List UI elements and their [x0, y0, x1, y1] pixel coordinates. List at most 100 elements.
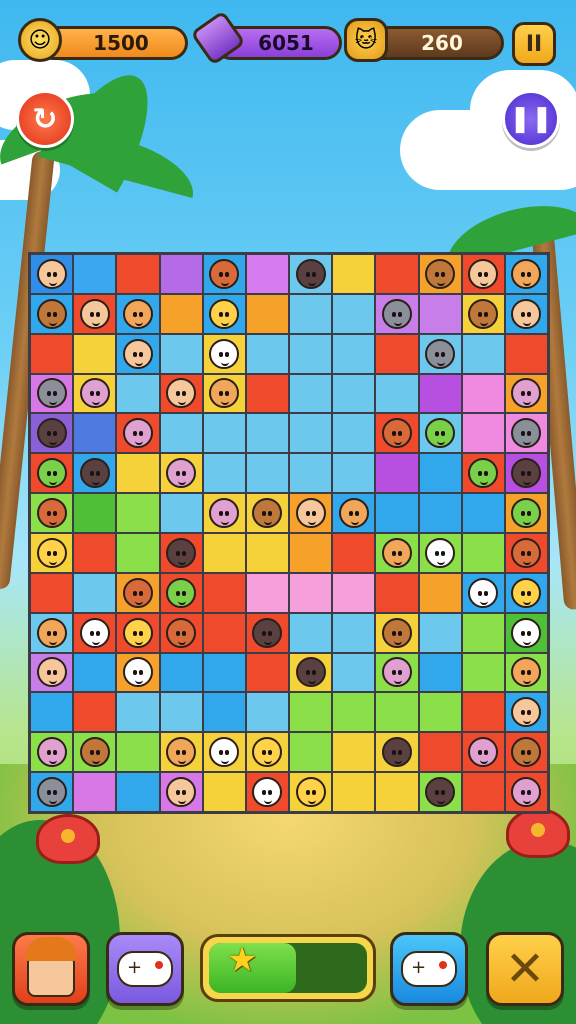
board-cell[interactable] — [246, 255, 288, 293]
board-cell[interactable] — [333, 414, 375, 453]
board-cell[interactable] — [74, 255, 116, 293]
board-cell[interactable] — [376, 693, 418, 732]
board-cell[interactable] — [31, 693, 73, 732]
board-cell[interactable] — [333, 573, 375, 612]
board-cell[interactable] — [31, 494, 73, 532]
board-cell[interactable] — [31, 255, 73, 293]
board-cell[interactable] — [246, 733, 288, 772]
board-cell[interactable] — [462, 414, 504, 453]
board-cell[interactable] — [246, 773, 288, 811]
board-cell[interactable] — [117, 255, 159, 293]
board-cell[interactable] — [203, 334, 245, 373]
board-cell[interactable] — [74, 613, 116, 652]
board-cell[interactable] — [376, 573, 418, 612]
board-cell[interactable] — [462, 374, 504, 413]
board-cell[interactable] — [505, 733, 547, 772]
board-cell[interactable] — [74, 653, 116, 692]
board-cell[interactable] — [290, 334, 332, 373]
board-cell[interactable] — [505, 494, 547, 532]
board-cell[interactable] — [462, 773, 504, 811]
board-cell[interactable] — [31, 374, 73, 413]
board-cell[interactable] — [246, 534, 288, 572]
board-cell[interactable] — [462, 573, 504, 612]
board-cell[interactable] — [333, 494, 375, 532]
board-cell[interactable] — [290, 454, 332, 493]
board-cell[interactable] — [160, 334, 202, 373]
board-cell[interactable] — [31, 534, 73, 572]
board-cell[interactable] — [74, 773, 116, 811]
board-cell[interactable] — [333, 294, 375, 333]
board-cell[interactable] — [74, 693, 116, 732]
character-button[interactable] — [12, 932, 90, 1006]
board-cell[interactable] — [160, 733, 202, 772]
board-cell[interactable] — [117, 294, 159, 333]
board-cell[interactable] — [246, 693, 288, 732]
board-cell[interactable] — [31, 294, 73, 333]
board-cell[interactable] — [246, 414, 288, 453]
board-cell[interactable] — [505, 454, 547, 493]
board-cell[interactable] — [117, 733, 159, 772]
board-cell[interactable] — [376, 454, 418, 493]
board-cell[interactable] — [74, 534, 116, 572]
board-cell[interactable] — [376, 773, 418, 811]
board-cell[interactable] — [246, 334, 288, 373]
board-cell[interactable] — [203, 294, 245, 333]
board-cell[interactable] — [462, 334, 504, 373]
board-cell[interactable] — [376, 255, 418, 293]
board-cell[interactable] — [31, 414, 73, 453]
board-cell[interactable] — [160, 494, 202, 532]
board-cell[interactable] — [246, 573, 288, 612]
board-cell[interactable] — [290, 374, 332, 413]
board-cell[interactable] — [246, 454, 288, 493]
board-cell[interactable] — [117, 534, 159, 572]
board-cell[interactable] — [74, 374, 116, 413]
board-cell[interactable] — [160, 573, 202, 612]
board-cell[interactable] — [203, 613, 245, 652]
board-cell[interactable] — [31, 334, 73, 373]
board-cell[interactable] — [290, 613, 332, 652]
board-cell[interactable] — [203, 773, 245, 811]
board-cell[interactable] — [290, 255, 332, 293]
board-cell[interactable] — [203, 653, 245, 692]
undo-button[interactable]: ↻ — [16, 90, 74, 148]
board-cell[interactable] — [419, 573, 461, 612]
board-cell[interactable] — [160, 653, 202, 692]
board-cell[interactable] — [117, 334, 159, 373]
board-cell[interactable] — [376, 414, 418, 453]
board-cell[interactable] — [376, 613, 418, 652]
board-cell[interactable] — [290, 733, 332, 772]
board-cell[interactable] — [160, 414, 202, 453]
board-cell[interactable] — [117, 374, 159, 413]
board-cell[interactable] — [31, 613, 73, 652]
board-cell[interactable] — [160, 294, 202, 333]
board-cell[interactable] — [117, 494, 159, 532]
board-cell[interactable] — [419, 294, 461, 333]
board-cell[interactable] — [333, 255, 375, 293]
board-cell[interactable] — [290, 773, 332, 811]
board-cell[interactable] — [419, 693, 461, 732]
board-cell[interactable] — [203, 255, 245, 293]
board-cell[interactable] — [290, 573, 332, 612]
board-cell[interactable] — [74, 454, 116, 493]
board-cell[interactable] — [376, 374, 418, 413]
board-cell[interactable] — [160, 454, 202, 493]
board-cell[interactable] — [462, 534, 504, 572]
board-cell[interactable] — [376, 294, 418, 333]
board-cell[interactable] — [31, 573, 73, 612]
board-cell[interactable] — [117, 773, 159, 811]
board-cell[interactable] — [333, 653, 375, 692]
board-cell[interactable] — [160, 773, 202, 811]
board-cell[interactable] — [462, 494, 504, 532]
board-cell[interactable] — [246, 374, 288, 413]
board-cell[interactable] — [333, 733, 375, 772]
board-cell[interactable] — [117, 454, 159, 493]
board-cell[interactable] — [462, 255, 504, 293]
board-cell[interactable] — [419, 494, 461, 532]
board-cell[interactable] — [419, 334, 461, 373]
board-cell[interactable] — [333, 693, 375, 732]
board-cell[interactable] — [462, 454, 504, 493]
board-cell[interactable] — [505, 573, 547, 612]
board-cell[interactable] — [462, 653, 504, 692]
board-cell[interactable] — [160, 613, 202, 652]
pause-button[interactable]: ❚❚ — [502, 90, 560, 148]
